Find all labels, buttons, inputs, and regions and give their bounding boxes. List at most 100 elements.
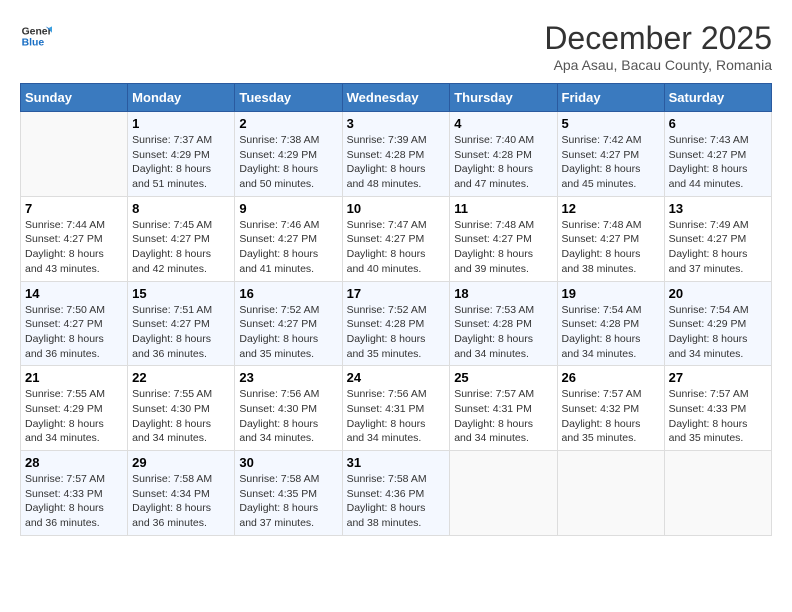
logo: General Blue [20, 20, 52, 52]
day-number: 24 [347, 370, 446, 385]
day-cell: 20Sunrise: 7:54 AMSunset: 4:29 PMDayligh… [664, 281, 771, 366]
day-number: 28 [25, 455, 123, 470]
day-cell: 25 Sunrise: 7:57 AMSunset: 4:31 PMDayligh… [450, 366, 557, 451]
day-number: 19 [562, 286, 660, 301]
day-info: Sunrise: 7:43 AMSunset: 4:27 PMDaylight:… [669, 133, 767, 192]
day-info: Sunrise: 7:57 AMSunset: 4:32 PMDaylight:… [562, 387, 660, 446]
day-info: Sunrise: 7:57 AMSunset: 4:31 PMDaylight:… [454, 387, 552, 446]
day-info: Sunrise: 7:53 AMSunset: 4:28 PMDaylight:… [454, 303, 552, 362]
day-number: 8 [132, 201, 230, 216]
day-number: 7 [25, 201, 123, 216]
day-number: 17 [347, 286, 446, 301]
day-cell: 23 Sunrise: 7:56 AMSunset: 4:30 PMDayligh… [235, 366, 342, 451]
day-info: Sunrise: 7:39 AMSunset: 4:28 PMDaylight:… [347, 133, 446, 192]
day-cell: 2 Sunrise: 7:38 AMSunset: 4:29 PMDaylight… [235, 112, 342, 197]
svg-text:Blue: Blue [22, 38, 45, 49]
day-cell: 16 Sunrise: 7:52 AMSunset: 4:27 PMDayligh… [235, 281, 342, 366]
day-cell [21, 112, 128, 197]
day-number: 1 [132, 116, 230, 131]
day-number: 27 [669, 370, 767, 385]
day-number: 4 [454, 116, 552, 131]
day-number: 12 [562, 201, 660, 216]
day-info: Sunrise: 7:58 AMSunset: 4:35 PMDaylight:… [239, 472, 337, 531]
day-number: 25 [454, 370, 552, 385]
week-row-1: 1 Sunrise: 7:37 AMSunset: 4:29 PMDaylight… [21, 112, 772, 197]
day-cell: 8 Sunrise: 7:45 AMSunset: 4:27 PMDaylight… [128, 196, 235, 281]
day-cell: 10Sunrise: 7:47 AMSunset: 4:27 PMDayligh… [342, 196, 450, 281]
day-cell: 15 Sunrise: 7:51 AMSunset: 4:27 PMDayligh… [128, 281, 235, 366]
page-header: General Blue December 2025 Apa Asau, Bac… [20, 20, 772, 73]
day-info: Sunrise: 7:58 AMSunset: 4:34 PMDaylight:… [132, 472, 230, 531]
location-title: Apa Asau, Bacau County, Romania [544, 57, 772, 73]
day-cell: 12 Sunrise: 7:48 AMSunset: 4:27 PMDayligh… [557, 196, 664, 281]
day-number: 2 [239, 116, 337, 131]
day-cell: 7 Sunrise: 7:44 AMSunset: 4:27 PMDaylight… [21, 196, 128, 281]
weekday-header-sunday: Sunday [21, 84, 128, 112]
day-number: 20 [669, 286, 767, 301]
day-info: Sunrise: 7:38 AMSunset: 4:29 PMDaylight:… [239, 133, 337, 192]
day-number: 10 [347, 201, 446, 216]
day-info: Sunrise: 7:57 AMSunset: 4:33 PMDaylight:… [25, 472, 123, 531]
day-cell [664, 451, 771, 536]
day-info: Sunrise: 7:52 AMSunset: 4:27 PMDaylight:… [239, 303, 337, 362]
day-cell: 19Sunrise: 7:54 AMSunset: 4:28 PMDayligh… [557, 281, 664, 366]
day-cell: 22 Sunrise: 7:55 AMSunset: 4:30 PMDayligh… [128, 366, 235, 451]
day-info: Sunrise: 7:45 AMSunset: 4:27 PMDaylight:… [132, 218, 230, 277]
day-cell: 27 Sunrise: 7:57 AMSunset: 4:33 PMDayligh… [664, 366, 771, 451]
day-number: 16 [239, 286, 337, 301]
day-cell [450, 451, 557, 536]
day-cell: 29 Sunrise: 7:58 AMSunset: 4:34 PMDayligh… [128, 451, 235, 536]
calendar-table: SundayMondayTuesdayWednesdayThursdayFrid… [20, 83, 772, 536]
weekday-header-tuesday: Tuesday [235, 84, 342, 112]
day-number: 11 [454, 201, 552, 216]
week-row-3: 14Sunrise: 7:50 AMSunset: 4:27 PMDayligh… [21, 281, 772, 366]
weekday-header-saturday: Saturday [664, 84, 771, 112]
logo-icon: General Blue [20, 20, 52, 52]
day-info: Sunrise: 7:48 AMSunset: 4:27 PMDaylight:… [562, 218, 660, 277]
day-number: 14 [25, 286, 123, 301]
day-info: Sunrise: 7:57 AMSunset: 4:33 PMDaylight:… [669, 387, 767, 446]
day-number: 22 [132, 370, 230, 385]
day-number: 21 [25, 370, 123, 385]
day-info: Sunrise: 7:55 AMSunset: 4:30 PMDaylight:… [132, 387, 230, 446]
weekday-header-friday: Friday [557, 84, 664, 112]
day-info: Sunrise: 7:56 AMSunset: 4:31 PMDaylight:… [347, 387, 446, 446]
weekday-header-monday: Monday [128, 84, 235, 112]
day-info: Sunrise: 7:44 AMSunset: 4:27 PMDaylight:… [25, 218, 123, 277]
weekday-header-wednesday: Wednesday [342, 84, 450, 112]
day-cell: 3 Sunrise: 7:39 AMSunset: 4:28 PMDaylight… [342, 112, 450, 197]
day-number: 18 [454, 286, 552, 301]
day-number: 15 [132, 286, 230, 301]
day-cell: 11 Sunrise: 7:48 AMSunset: 4:27 PMDayligh… [450, 196, 557, 281]
day-cell: 9Sunrise: 7:46 AMSunset: 4:27 PMDaylight… [235, 196, 342, 281]
day-number: 5 [562, 116, 660, 131]
day-number: 23 [239, 370, 337, 385]
day-cell: 4Sunrise: 7:40 AMSunset: 4:28 PMDaylight… [450, 112, 557, 197]
day-cell: 13Sunrise: 7:49 AMSunset: 4:27 PMDayligh… [664, 196, 771, 281]
day-info: Sunrise: 7:37 AMSunset: 4:29 PMDaylight:… [132, 133, 230, 192]
day-cell: 17 Sunrise: 7:52 AMSunset: 4:28 PMDayligh… [342, 281, 450, 366]
day-info: Sunrise: 7:48 AMSunset: 4:27 PMDaylight:… [454, 218, 552, 277]
day-info: Sunrise: 7:51 AMSunset: 4:27 PMDaylight:… [132, 303, 230, 362]
day-number: 3 [347, 116, 446, 131]
day-info: Sunrise: 7:55 AMSunset: 4:29 PMDaylight:… [25, 387, 123, 446]
day-cell: 14Sunrise: 7:50 AMSunset: 4:27 PMDayligh… [21, 281, 128, 366]
weekday-header-row: SundayMondayTuesdayWednesdayThursdayFrid… [21, 84, 772, 112]
day-number: 31 [347, 455, 446, 470]
day-cell: 1 Sunrise: 7:37 AMSunset: 4:29 PMDaylight… [128, 112, 235, 197]
day-number: 29 [132, 455, 230, 470]
day-info: Sunrise: 7:56 AMSunset: 4:30 PMDaylight:… [239, 387, 337, 446]
day-cell: 24 Sunrise: 7:56 AMSunset: 4:31 PMDayligh… [342, 366, 450, 451]
month-title: December 2025 [544, 20, 772, 57]
day-cell: 31Sunrise: 7:58 AMSunset: 4:36 PMDayligh… [342, 451, 450, 536]
day-info: Sunrise: 7:42 AMSunset: 4:27 PMDaylight:… [562, 133, 660, 192]
day-number: 13 [669, 201, 767, 216]
day-cell: 18 Sunrise: 7:53 AMSunset: 4:28 PMDayligh… [450, 281, 557, 366]
week-row-5: 28 Sunrise: 7:57 AMSunset: 4:33 PMDayligh… [21, 451, 772, 536]
day-info: Sunrise: 7:52 AMSunset: 4:28 PMDaylight:… [347, 303, 446, 362]
day-cell [557, 451, 664, 536]
day-cell: 26Sunrise: 7:57 AMSunset: 4:32 PMDayligh… [557, 366, 664, 451]
day-cell: 28 Sunrise: 7:57 AMSunset: 4:33 PMDayligh… [21, 451, 128, 536]
day-cell: 6Sunrise: 7:43 AMSunset: 4:27 PMDaylight… [664, 112, 771, 197]
day-number: 30 [239, 455, 337, 470]
